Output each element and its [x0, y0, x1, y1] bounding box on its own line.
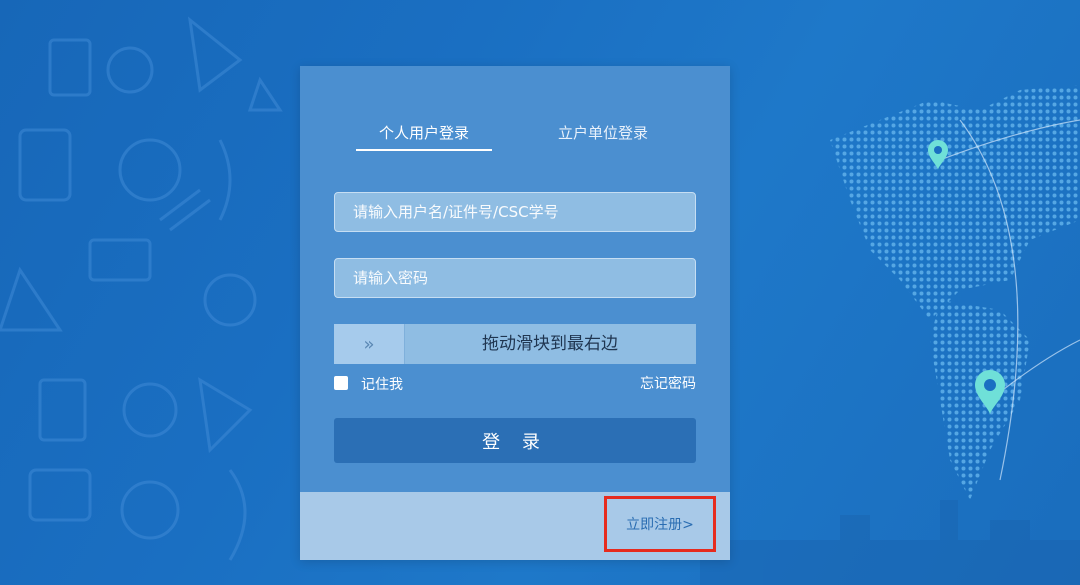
forgot-password-link[interactable]: 忘记密码	[640, 373, 696, 393]
register-link-label: 立即注册>	[626, 517, 694, 533]
slider-instruction: 拖动滑块到最右边	[482, 334, 618, 354]
password-input[interactable]	[334, 258, 696, 298]
slider-captcha: » 拖动滑块到最右边	[334, 324, 696, 364]
login-card: 个人用户登录 立户单位登录 » 拖动滑块到最右边 记住我 忘记密码 登 录 立即…	[300, 66, 730, 560]
login-page: 个人用户登录 立户单位登录 » 拖动滑块到最右边 记住我 忘记密码 登 录 立即…	[0, 0, 1080, 585]
tab-institution-login[interactable]: 立户单位登录	[558, 122, 648, 143]
login-button[interactable]: 登 录	[334, 418, 696, 463]
remember-me-checkbox[interactable]	[334, 376, 348, 390]
double-chevron-right-icon: »	[363, 333, 375, 355]
username-input[interactable]	[334, 192, 696, 232]
slider-handle[interactable]: »	[334, 324, 405, 364]
world-map-graphic	[830, 85, 1080, 500]
remember-row: 记住我 忘记密码	[334, 372, 696, 394]
tab-personal-login[interactable]: 个人用户登录	[356, 122, 492, 151]
login-tabs: 个人用户登录 立户单位登录	[356, 122, 676, 152]
card-footer: 立即注册>	[300, 492, 730, 560]
remember-me-label: 记住我	[361, 377, 403, 393]
register-link[interactable]: 立即注册>	[604, 496, 716, 552]
